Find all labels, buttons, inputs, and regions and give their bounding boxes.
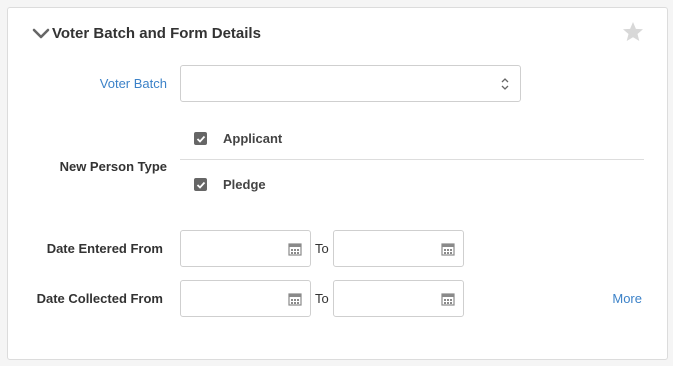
pledge-option[interactable]: Pledge [194,177,266,192]
star-icon[interactable] [621,20,645,44]
section-title: Voter Batch and Form Details [52,25,261,42]
chevron-down-icon[interactable] [32,27,50,41]
checkmark-icon [196,181,205,189]
calendar-icon[interactable] [288,242,302,256]
date-entered-to-label: To [315,241,329,256]
checkmark-icon [196,135,205,143]
date-collected-label: Date Collected From [36,291,163,306]
select-arrows-icon [500,77,510,91]
pledge-label: Pledge [223,177,266,192]
section-header[interactable]: Voter Batch and Form Details [32,25,261,42]
date-collected-to-input[interactable] [333,280,464,317]
date-collected-to-label: To [315,291,329,306]
applicant-option[interactable]: Applicant [194,131,282,146]
applicant-label: Applicant [223,131,283,146]
voter-batch-panel: Voter Batch and Form Details Voter Batch… [7,7,668,360]
date-entered-label: Date Entered From [46,241,163,256]
calendar-icon[interactable] [441,292,455,306]
pledge-checkbox[interactable] [194,178,207,191]
calendar-icon[interactable] [441,242,455,256]
voter-batch-select[interactable] [180,65,521,102]
voter-batch-label[interactable]: Voter Batch [100,76,167,91]
date-entered-from-input[interactable] [180,230,311,267]
more-link[interactable]: More [612,291,642,306]
calendar-icon[interactable] [288,292,302,306]
date-collected-from-input[interactable] [180,280,311,317]
applicant-checkbox[interactable] [194,132,207,145]
date-entered-to-input[interactable] [333,230,464,267]
divider [180,159,644,160]
new-person-type-label: New Person Type [59,159,167,174]
